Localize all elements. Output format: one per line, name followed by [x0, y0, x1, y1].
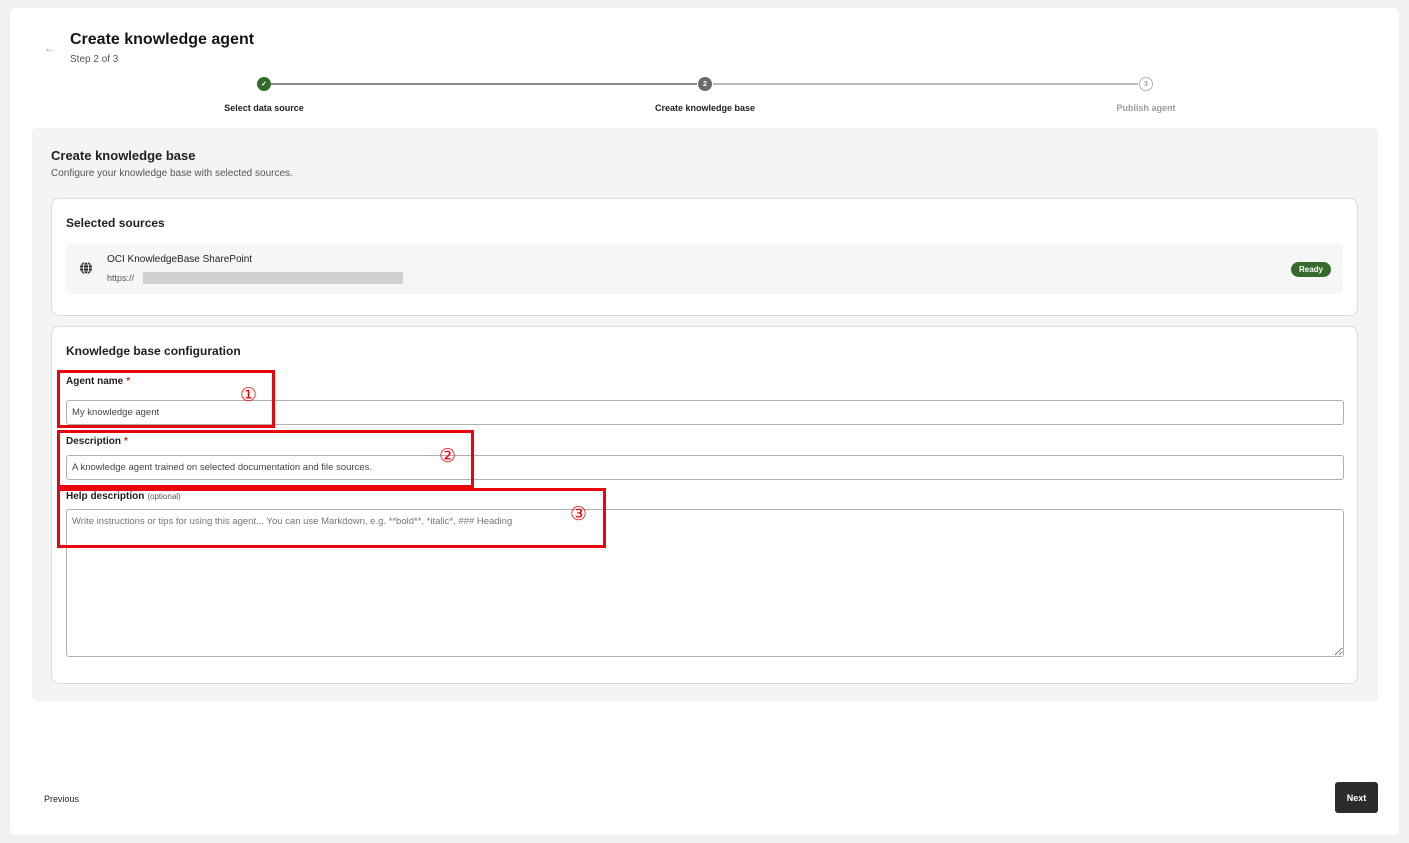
step-done-check-icon: ✓: [257, 77, 271, 91]
stepper-track-2: [713, 83, 1138, 85]
source-list-item[interactable]: OCI KnowledgeBase SharePoint https:// Re…: [66, 243, 1343, 294]
description-label: Description *: [66, 436, 128, 447]
annotation-number-3: ③: [570, 503, 588, 525]
section-title: Create knowledge base: [51, 148, 196, 163]
description-input[interactable]: [66, 455, 1344, 480]
description-label-text: Description: [66, 436, 122, 447]
annotation-number-1: ①: [240, 384, 258, 406]
page-title: Create knowledge agent: [70, 31, 255, 48]
source-name: OCI KnowledgeBase SharePoint: [107, 254, 253, 265]
config-title: Knowledge base configuration: [66, 344, 241, 358]
selected-sources-box: Selected sources OCI KnowledgeBase Share…: [51, 198, 1358, 316]
agent-name-input[interactable]: [66, 400, 1344, 425]
step-3-label: Publish agent: [1116, 103, 1176, 113]
redacted-url: [143, 272, 403, 284]
stepper-track-1: [271, 83, 697, 85]
required-mark: *: [126, 376, 131, 387]
next-button[interactable]: Next: [1335, 782, 1378, 813]
main-card: ← Create knowledge agent Step 2 of 3 ✓ 2…: [10, 8, 1399, 835]
section-subtitle: Configure your knowledge base with selec…: [51, 168, 293, 179]
arrow-left-icon[interactable]: ←: [44, 41, 56, 55]
step-2-label: Create knowledge base: [654, 103, 756, 113]
selected-sources-title: Selected sources: [66, 216, 165, 230]
agent-name-label-text: Agent name: [66, 376, 124, 387]
optional-text: (optional): [147, 492, 181, 501]
globe-icon: [80, 261, 92, 275]
help-description-label-text: Help description: [66, 491, 145, 502]
step-indicator-text: Step 2 of 3: [70, 54, 119, 65]
help-description-textarea[interactable]: [66, 509, 1344, 657]
required-mark: *: [124, 436, 128, 447]
status-badge: Ready: [1290, 262, 1331, 277]
create-knowledge-base-panel: Create knowledge base Configure your kno…: [32, 128, 1378, 701]
step-1-label: Select data source: [224, 103, 304, 113]
step-3-marker: 3: [1139, 77, 1153, 91]
help-description-label: Help description (optional): [66, 491, 181, 502]
knowledge-base-config-box: Knowledge base configuration Agent name *…: [51, 326, 1358, 684]
previous-button[interactable]: Previous: [44, 794, 79, 804]
source-url: https://: [107, 273, 135, 283]
agent-name-label: Agent name *: [66, 376, 130, 387]
annotation-number-2: ②: [439, 445, 457, 467]
step-2-marker: 2: [698, 77, 712, 91]
